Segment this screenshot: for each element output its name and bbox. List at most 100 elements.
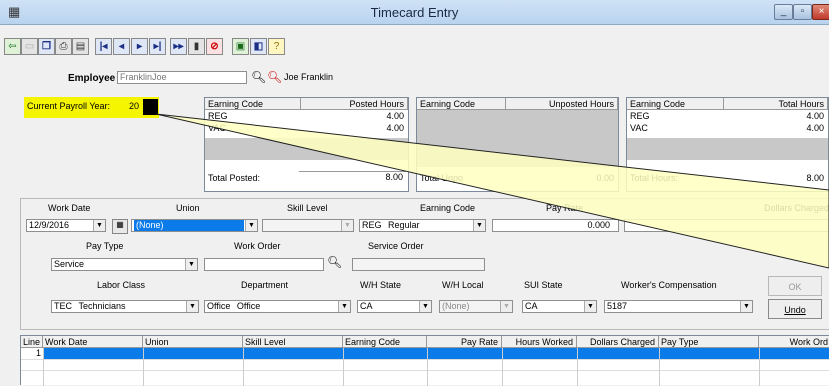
employee-name: Joe Franklin [284,72,334,82]
copy-icon[interactable]: ❐ [38,38,55,55]
selected-row-highlight [43,348,829,359]
new-icon[interactable]: ▣ [232,38,249,55]
earning-code-dropdown[interactable]: REG Regular ▼ [359,219,486,232]
work-date-field[interactable]: 12/9/2016 ▼ [26,219,106,232]
earning-code-label: Earning Code [420,203,476,213]
save-disabled-icon[interactable]: ▭ [21,38,38,55]
wh-state-label: W/H State [360,280,402,290]
first-record-icon[interactable]: |◂ [95,38,112,55]
chevron-down-icon[interactable]: ▼ [584,301,596,312]
save-icon[interactable]: ⇦ [4,38,21,55]
posted-empty-area [205,138,408,160]
chevron-down-icon[interactable]: ▼ [338,301,350,312]
ok-button[interactable]: OK [768,276,822,296]
sui-state-dropdown[interactable]: CA ▼ [522,300,597,313]
union-dropdown[interactable]: (None) ▼ [131,219,258,232]
chevron-down-icon[interactable]: ▼ [473,220,485,231]
line-number: 1 [35,348,41,358]
lines-col-work-date: Work Date [43,336,143,348]
pay-type-value: Service [54,259,85,269]
close-button[interactable]: × [812,4,829,20]
unposted-empty-area [417,110,618,167]
goto-record-icon[interactable]: ▸▸ [170,38,187,55]
wh-state-value: CA [360,301,373,311]
lines-col-skill-level: Skill Level [243,336,343,348]
delete-icon[interactable]: ▮ [188,38,205,55]
totals-empty-area [627,138,828,160]
sui-state-label: SUI State [524,280,563,290]
chevron-down-icon[interactable]: ▼ [341,220,353,231]
posted-col-hours: Posted Hours [301,98,408,110]
posted-row-hours: 4.00 [386,111,404,121]
posted-row-code: VAC [208,123,226,133]
employee-field[interactable]: FranklinJoe [117,71,247,84]
pay-type-dropdown[interactable]: Service ▼ [51,258,198,271]
lookup-icon[interactable]: 🔍︎ [267,70,282,84]
totals-col-earning-code: Earning Code [627,98,724,110]
labor-class-dropdown[interactable]: TEC Technicians ▼ [51,300,199,313]
prev-record-icon[interactable]: ◂ [113,38,130,55]
employee-label: Employee [68,73,116,84]
department-dropdown[interactable]: Office Office ▼ [204,300,351,313]
minimize-button[interactable]: _ [774,4,793,20]
lines-col-earning-code: Earning Code [343,336,427,348]
search-icon[interactable]: 🔍︎ [327,255,342,269]
posted-hours-grid: Earning Code Posted Hours REG 4.00 VAC 4… [204,97,409,192]
chevron-down-icon[interactable]: ▼ [740,301,752,312]
posted-row-code: REG [208,111,228,121]
redaction-block [143,99,158,115]
work-date-value: 12/9/2016 [29,220,70,230]
payroll-year-label: Current Payroll Year: [27,101,111,111]
lines-col-hours-worked: Hours Worked [502,336,577,348]
unposted-hours-grid: Earning Code Unposted Hours Total Unpo 0… [416,97,619,192]
pay-rate-field[interactable]: 0.000 [492,219,619,232]
earning-code-value: REG [362,220,382,230]
workers-comp-value: 5187 [607,301,628,311]
dollars-charged-label: Dollars Charged [764,203,829,213]
total-posted-value: 8.00 [299,171,406,184]
cancel-icon[interactable]: ⊘ [206,38,223,55]
totals-row-code: VAC [630,123,648,133]
print-icon[interactable]: ⎙ [55,38,72,55]
workers-comp-label: Worker's Compensation [621,280,717,290]
chevron-down-icon[interactable]: ▼ [245,220,257,231]
dollars-charged-field[interactable] [624,219,829,232]
totals-row-code: REG [630,111,650,121]
chevron-down-icon[interactable]: ▼ [419,301,431,312]
total-hours-grid: Earning Code Total Hours REG 4.00 VAC 4.… [626,97,829,192]
chevron-down-icon[interactable]: ▼ [500,301,512,312]
total-unposted-label: Total Unpo [420,173,464,183]
wh-local-dropdown[interactable]: (None) ▼ [439,300,513,313]
preview-icon[interactable]: ▤ [72,38,89,55]
department-code: Office [207,301,231,311]
hint-icon[interactable]: ? [268,38,285,55]
wh-state-dropdown[interactable]: CA ▼ [357,300,432,313]
totals-col-hours: Total Hours [724,98,828,110]
chevron-down-icon[interactable]: ▼ [93,220,105,231]
service-order-field[interactable] [352,258,485,271]
help-icon[interactable]: ◧ [250,38,267,55]
chevron-down-icon[interactable]: ▼ [185,259,197,270]
pay-rate-label: Pay Rate [546,203,584,213]
earning-code-desc: Regular [388,220,420,230]
undo-button[interactable]: Undo [768,299,822,319]
labor-class-label: Labor Class [97,280,146,290]
payroll-year-value: 20 [129,101,140,111]
service-order-label: Service Order [368,241,424,251]
next-record-icon[interactable]: ▸ [131,38,148,55]
chevron-down-icon[interactable]: ▼ [186,301,198,312]
last-record-icon[interactable]: ▸| [149,38,166,55]
skill-level-dropdown[interactable]: ▼ [262,219,354,232]
title-bar: ▦ Timecard Entry _ ▫ × [0,0,829,25]
workers-comp-dropdown[interactable]: 5187 ▼ [604,300,753,313]
work-order-field[interactable] [204,258,324,271]
calendar-icon[interactable]: ▦ [112,219,128,234]
unposted-col-earning-code: Earning Code [417,98,506,110]
maximize-button[interactable]: ▫ [793,4,812,20]
toolbar: ⇦ ▭ ❐ ⎙ ▤ |◂ ◂ ▸ ▸| ▸▸ ▮ ⊘ ▣ ◧ ? [0,24,829,60]
work-order-label: Work Order [234,241,281,251]
union-label: Union [176,203,200,213]
lines-grid: Line Work Date Union Skill Level Earning… [20,335,829,386]
search-icon[interactable]: 🔍︎ [251,70,266,84]
total-hours-value: 8.00 [806,173,824,183]
